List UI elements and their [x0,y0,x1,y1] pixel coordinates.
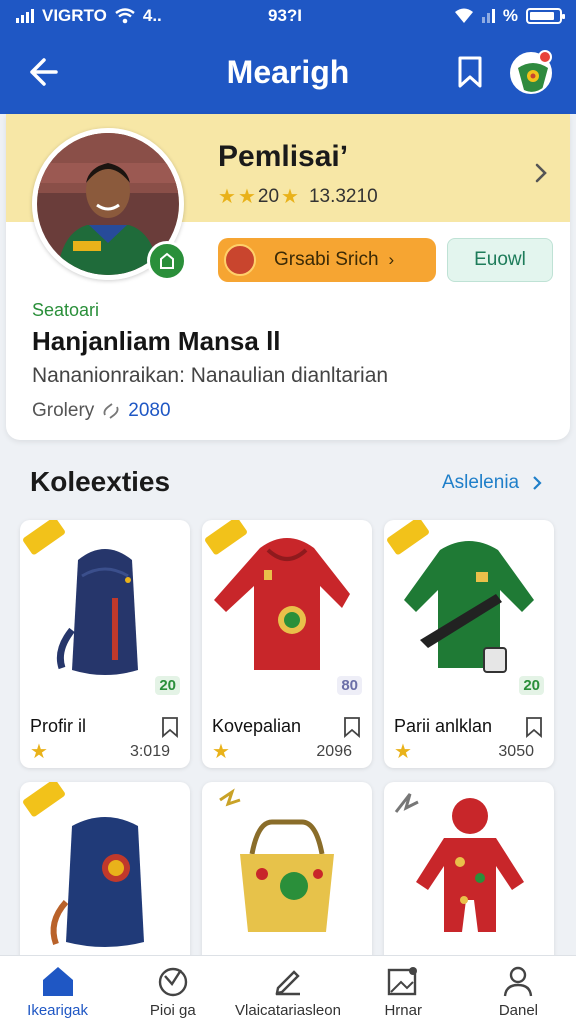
link-icon [103,403,119,419]
nav-label: Pioi ga [149,1002,196,1019]
seller-name: Pemlisaiʼ [218,140,349,173]
save-icon[interactable] [524,716,544,738]
nav-label: Ikearigak [27,1002,89,1019]
star-icon: ★ [218,186,236,208]
product-name: Profir il [30,716,87,736]
see-all-link[interactable]: Aslelenia [442,472,543,494]
status-bar: VIGRTO 4.. 93?I % [0,0,576,30]
profile-meta: Grolery 2080 [32,400,171,422]
product-price: 2096 [316,743,352,760]
nav-edit[interactable]: Vlaicatariasleon [230,956,345,1024]
battery-icon [526,8,565,24]
person-icon [504,966,533,997]
see-all-label: Aslelenia [442,472,520,493]
status-left: VIGRTO 4.. [16,6,162,26]
product-card[interactable] [20,782,190,972]
battery-percent: % [502,6,518,25]
carrier-label: VIGRTO [42,6,107,25]
shop-icon [160,252,174,269]
image-icon [388,967,418,996]
save-icon[interactable] [342,716,362,738]
nav-image[interactable]: Hrnar [346,956,461,1024]
primary-action-button[interactable]: Grsabi Srich › [218,238,436,282]
chevron-right-icon: › [388,250,395,269]
nav-home[interactable]: Ikearigak [0,956,115,1024]
bookmark-icon[interactable] [450,52,490,92]
product-card[interactable]: 20 Profir il ★ 3:019 [20,520,190,768]
nav-label: Vlaicatariasleon [235,1002,341,1019]
profile-description: Nananionraikan: Nanaulian dianltarian [32,364,389,387]
product-footer: ★ 3050 [394,742,534,762]
section-title: Koleexties [30,466,171,497]
battery-level [530,12,554,20]
club-emblem-icon [224,244,256,276]
meta-value: 2080 [128,400,171,421]
product-footer: ★ 3:019 [30,742,170,762]
star-icon: ★ [212,741,230,763]
app-bar: Mearigh [0,30,576,114]
edit-icon [275,970,300,996]
save-icon[interactable] [160,716,180,738]
nav-profile[interactable]: Danel [461,956,576,1024]
star-icon: ★ [237,186,256,208]
nav-label: Hrnar [384,1002,422,1019]
chevron-right-icon[interactable] [530,162,552,184]
signal-icon [16,9,34,23]
product-card[interactable] [384,782,554,972]
product-price: 3:019 [129,743,170,760]
chevron-right-icon [533,476,542,490]
product-price: 3050 [498,743,534,760]
rating-row: ★ ★ 20 ★ 13.3210 [218,186,378,208]
discount-badge: 20 [519,676,544,695]
profile-label: Seatoari [32,300,100,320]
tote-bag-image [219,788,334,932]
product-name: Parii anlklan [394,716,493,736]
wifi-icon [115,8,135,24]
product-card[interactable]: 80 Kovepalian ★ 2096 [202,520,372,768]
star-icon: ★ [394,741,412,763]
status-right: % [454,6,565,26]
product-card[interactable]: 20 Parii anlklan ★ 3050 [384,520,554,768]
primary-action-label: Grsabi Srich [274,249,379,270]
rating-count: 20 [257,186,280,207]
profile-name: Hanjanliam Mansa ll [32,326,281,356]
home-icon [42,967,73,996]
rating-score: 13.3210 [308,186,378,207]
star-icon: ★ [281,186,299,208]
star-icon: ★ [30,741,48,763]
nav-tag[interactable]: Pioi ga [115,956,230,1024]
cell-signal-icon [481,9,495,23]
wifi-signal-icon [454,8,473,23]
bottom-nav: Ikearigak Pioi ga Vlaicatariasleon Hrnar… [0,955,576,1024]
product-card[interactable] [202,782,372,972]
discount-badge: 80 [337,676,362,695]
secondary-action-button[interactable]: Euowl [447,238,553,282]
onesie-image [394,793,524,932]
nav-label: Danel [498,1002,539,1019]
discount-badge: 20 [155,676,180,695]
tag-icon [158,967,187,997]
notification-dot [538,50,552,64]
verified-badge [147,241,187,281]
clock: 93?I [268,6,303,25]
meta-label: Grolery [32,400,95,421]
network-label: 4.. [142,6,162,25]
product-name: Kovepalian [212,716,302,736]
profile-card: Pemlisaiʼ ★ ★ 20 ★ 13.3210 Grsabi Srich … [6,114,570,440]
product-footer: ★ 2096 [212,742,352,762]
